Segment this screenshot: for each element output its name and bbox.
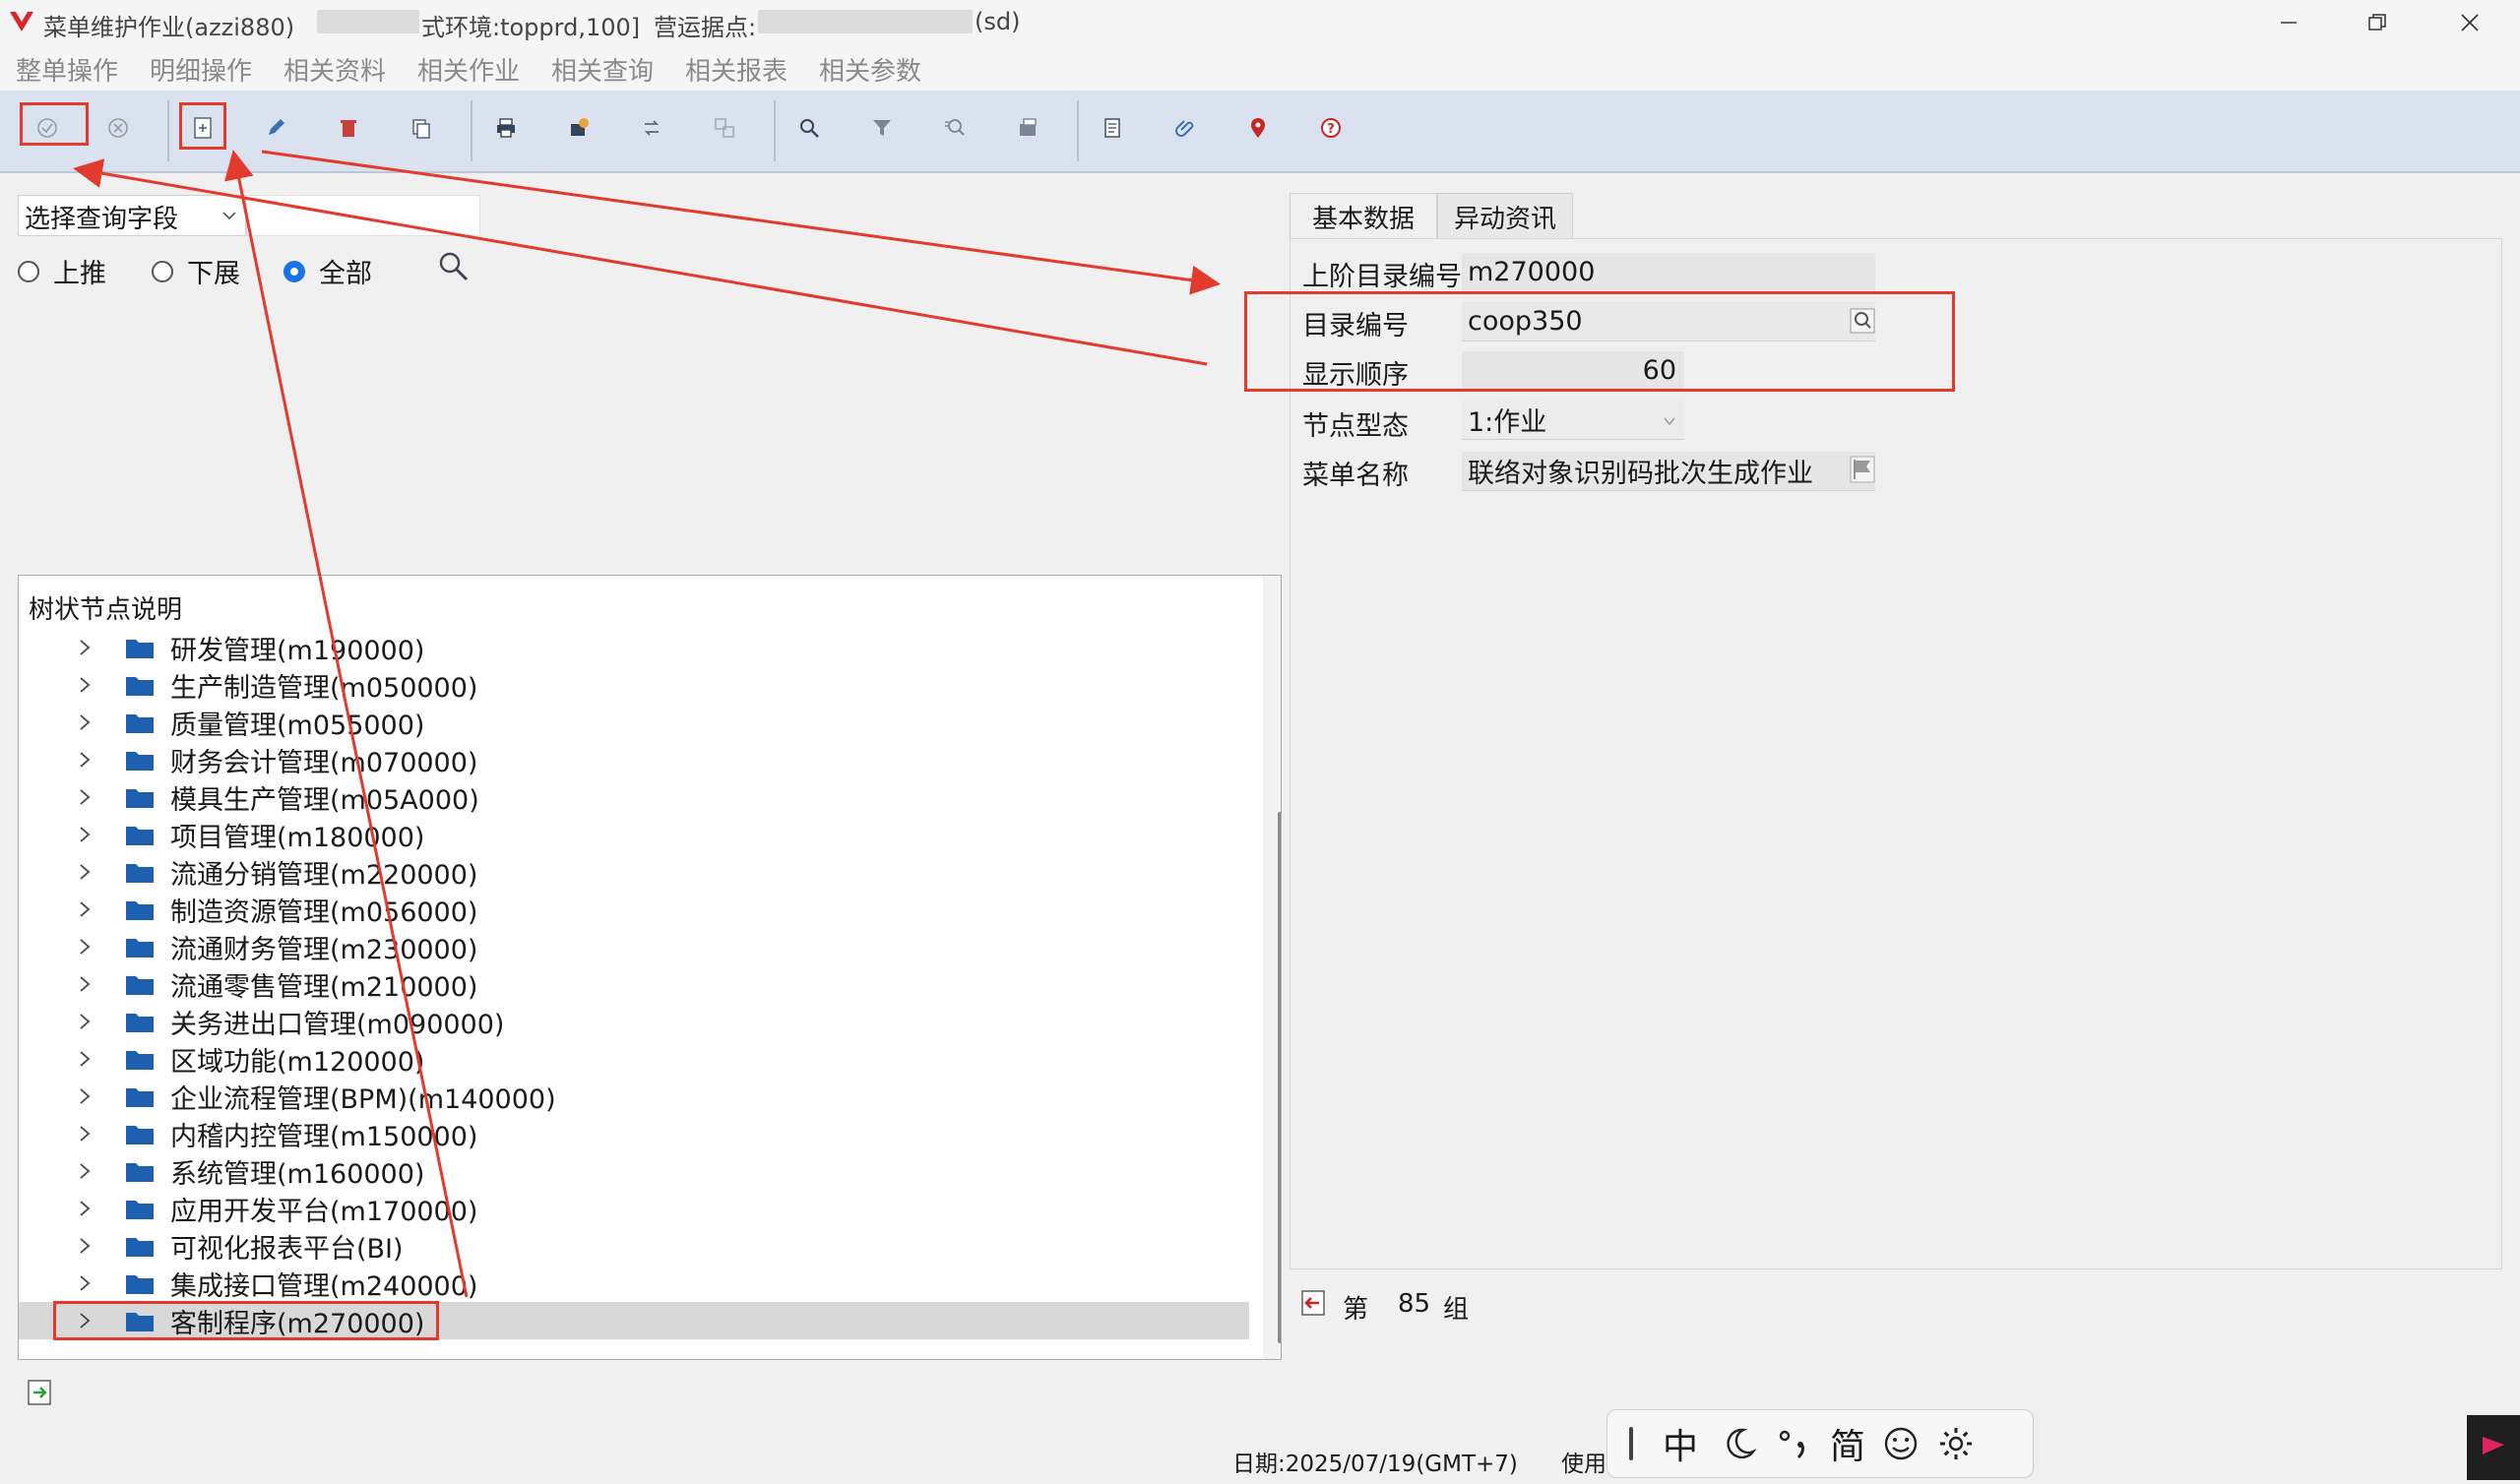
annotation-arrows	[73, 150, 1221, 1298]
arrow-tree-to-add	[224, 150, 469, 1298]
arrow-form-to-confirm	[73, 158, 1208, 366]
arrow-add-to-form	[261, 150, 1221, 295]
